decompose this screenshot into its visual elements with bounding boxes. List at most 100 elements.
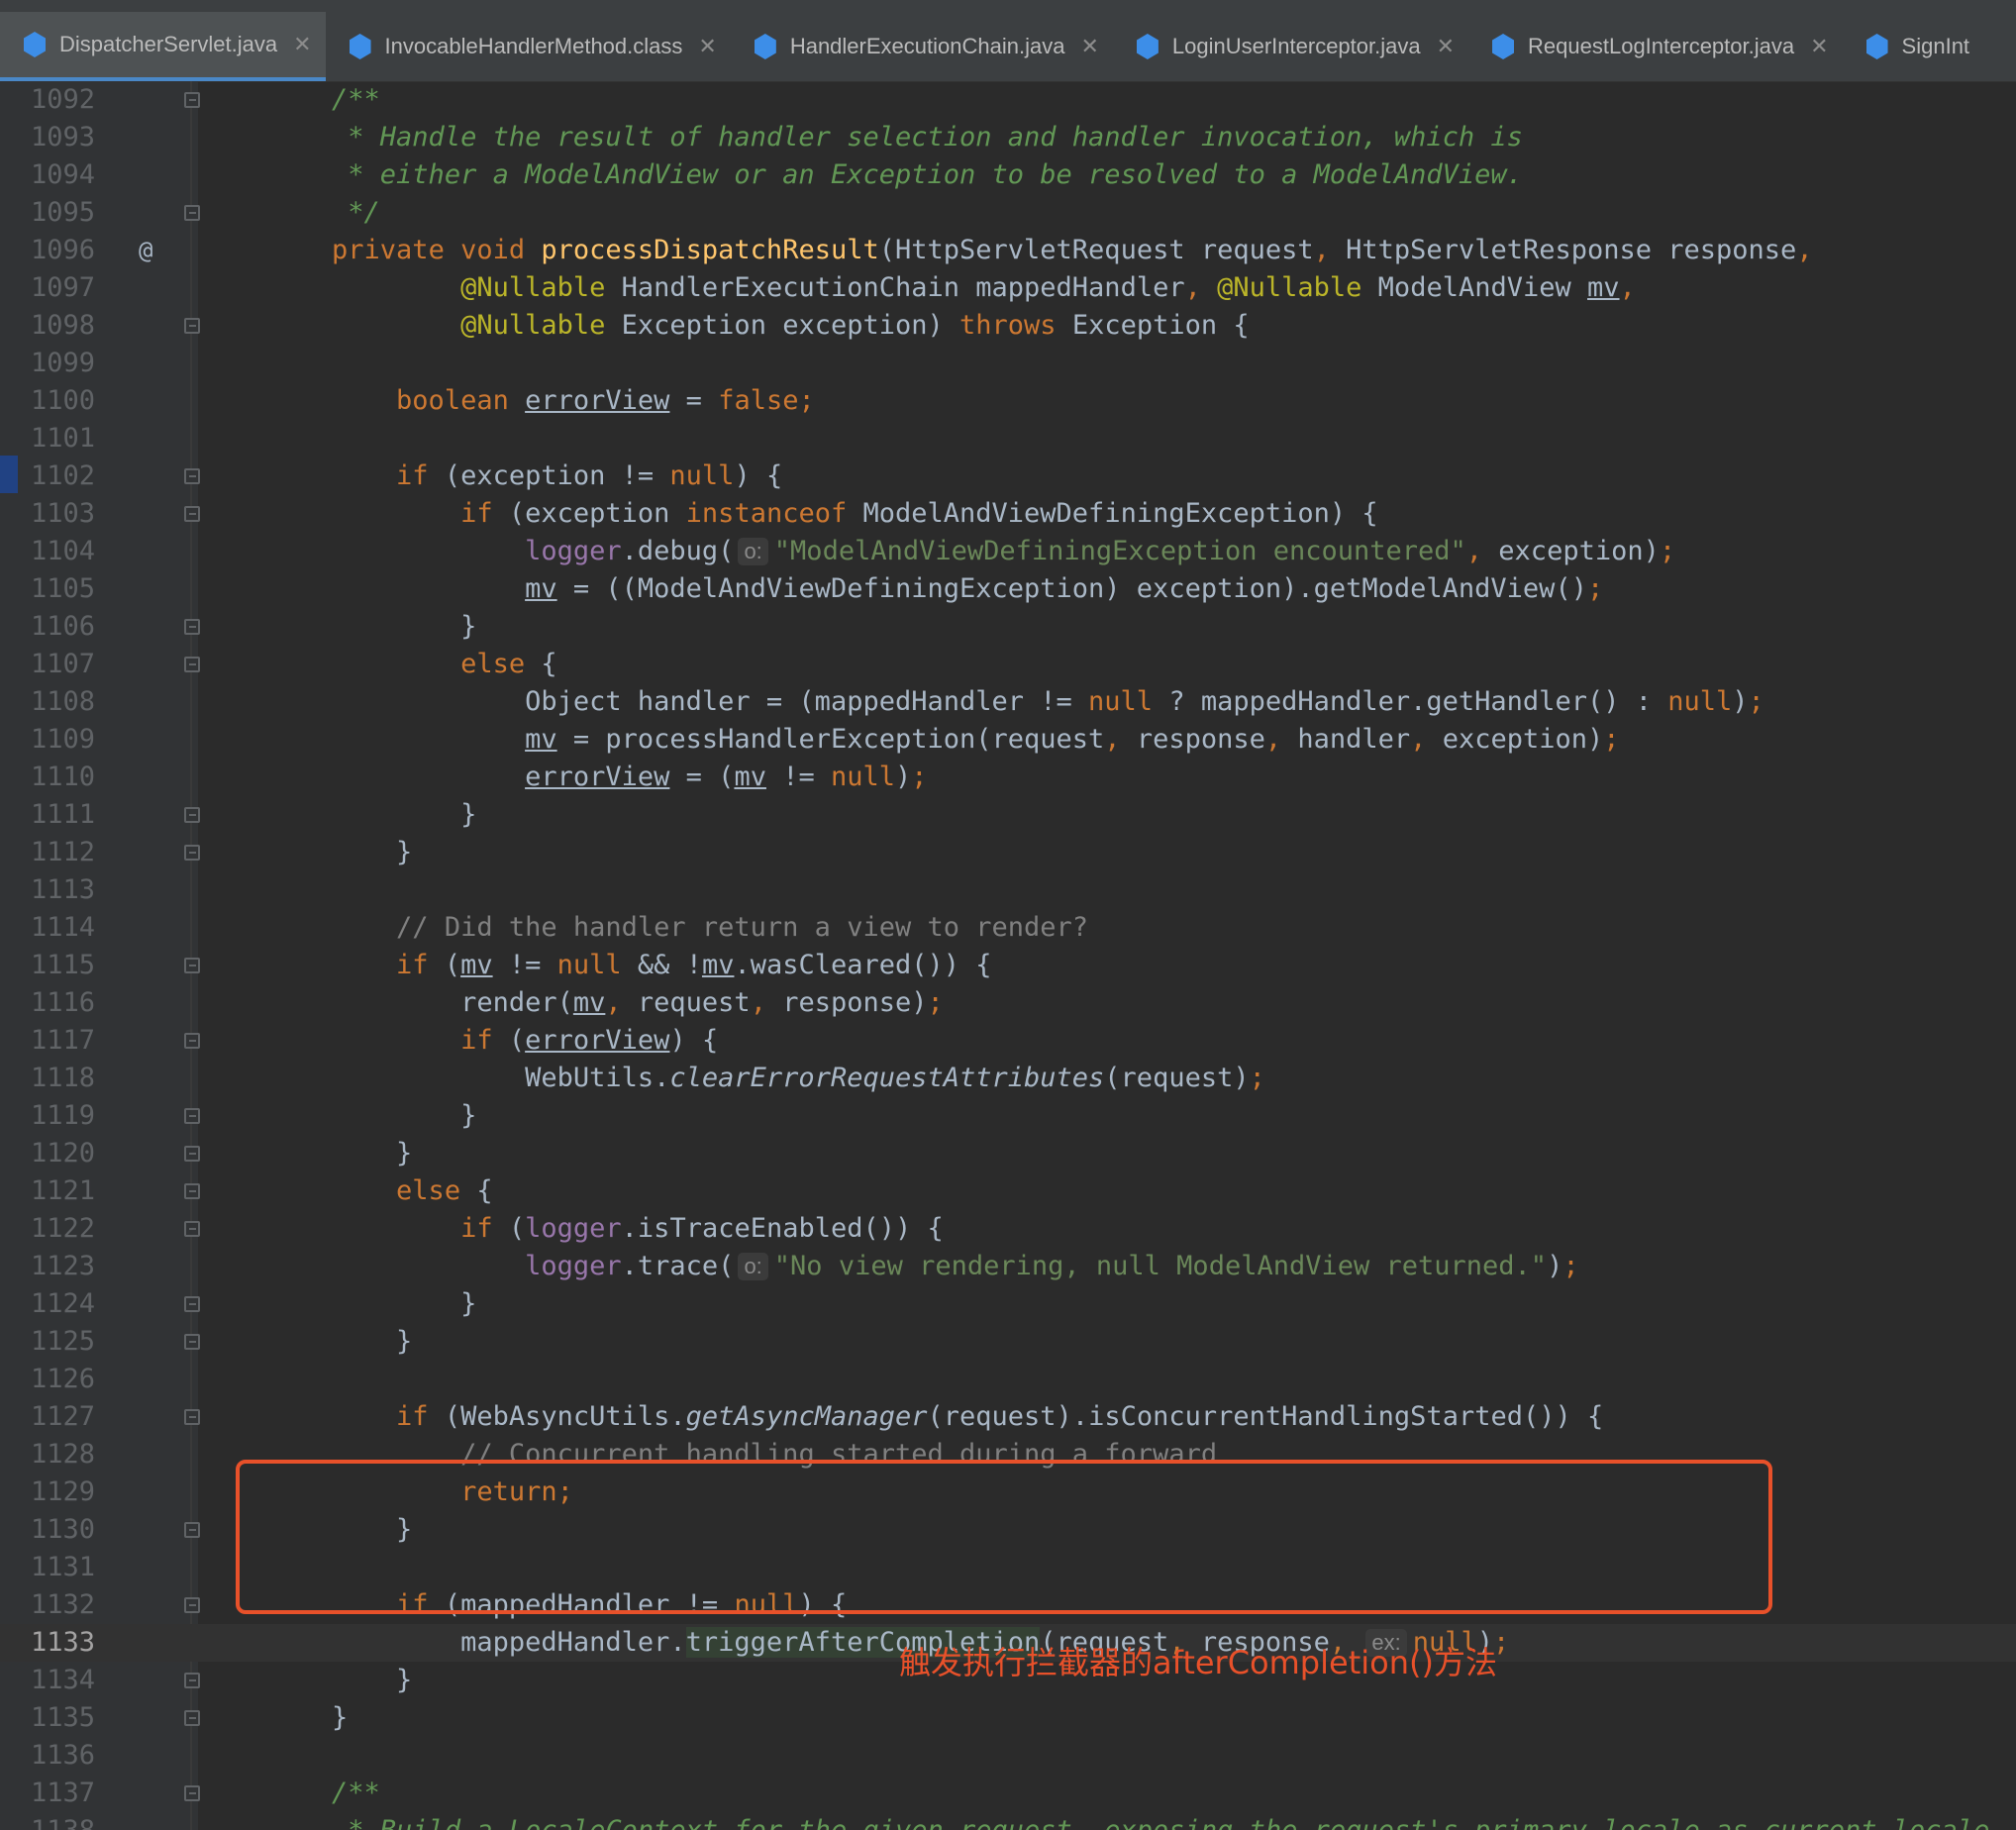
fold-toggle-icon[interactable] <box>184 1108 200 1124</box>
code-line[interactable]: 1116 render(mv, request, response); <box>0 984 2016 1022</box>
code-line[interactable]: 1107 else { <box>0 646 2016 683</box>
code-line[interactable]: 1123 logger.trace(o: "No view rendering, … <box>0 1248 2016 1285</box>
code-line[interactable]: 1099 <box>0 345 2016 382</box>
code-line[interactable]: 1120 } <box>0 1135 2016 1172</box>
code-line[interactable]: 1121 else { <box>0 1172 2016 1210</box>
override-marker-icon[interactable]: @ <box>139 232 152 269</box>
code-line[interactable]: 1135 } <box>0 1699 2016 1737</box>
line-number: 1116 <box>30 987 95 1018</box>
fold-toggle-icon[interactable] <box>184 1710 200 1726</box>
fold-toggle-icon[interactable] <box>184 807 200 823</box>
code-line[interactable]: 1125 } <box>0 1323 2016 1361</box>
code-text: */ <box>348 197 380 228</box>
line-number: 1125 <box>30 1326 95 1357</box>
fold-toggle-icon[interactable] <box>184 845 200 861</box>
close-tab-icon[interactable]: ✕ <box>293 32 311 57</box>
fold-toggle-icon[interactable] <box>184 92 200 108</box>
close-tab-icon[interactable]: ✕ <box>698 34 716 59</box>
tab-dispatcherservlet-java[interactable]: DispatcherServlet.java ✕ <box>0 12 326 81</box>
code-line[interactable]: 1102 if (exception != null) { <box>0 458 2016 495</box>
code-line[interactable]: 1103 if (exception instanceof ModelAndVi… <box>0 495 2016 533</box>
tab-signint[interactable]: SignInt <box>1843 12 1984 81</box>
line-number: 1114 <box>30 912 95 943</box>
tab-label: RequestLogInterceptor.java <box>1528 34 1795 58</box>
code-line[interactable]: 1117 if (errorView) { <box>0 1022 2016 1060</box>
fold-toggle-icon[interactable] <box>184 1409 200 1425</box>
code-line[interactable]: 1093 * Handle the result of handler sele… <box>0 119 2016 156</box>
line-number: 1099 <box>30 348 95 378</box>
code-text: else { <box>396 1175 493 1206</box>
fold-toggle-icon[interactable] <box>184 318 200 334</box>
tab-requestloginterceptor-java[interactable]: RequestLogInterceptor.java ✕ <box>1468 12 1843 81</box>
code-line[interactable]: 1098 @Nullable Exception exception) thro… <box>0 307 2016 345</box>
code-line[interactable]: 1094 * either a ModelAndView or an Excep… <box>0 156 2016 194</box>
fold-toggle-icon[interactable] <box>184 657 200 672</box>
line-number: 1129 <box>30 1476 95 1507</box>
code-line[interactable]: 1109 mv = processHandlerException(reques… <box>0 721 2016 759</box>
line-number: 1105 <box>30 573 95 604</box>
code-text: } <box>267 1138 413 1169</box>
code-text: else { <box>460 649 557 679</box>
code-line[interactable]: 1104 logger.debug(o: "ModelAndViewDefinin… <box>0 533 2016 570</box>
code-line[interactable]: 1136 <box>0 1737 2016 1775</box>
code-line[interactable]: 1100 boolean errorView = false; <box>0 382 2016 420</box>
tab-label: InvocableHandlerMethod.class <box>384 34 683 58</box>
fold-toggle-icon[interactable] <box>184 1673 200 1688</box>
code-line[interactable]: 1126 <box>0 1361 2016 1398</box>
java-class-icon <box>1492 34 1515 59</box>
close-tab-icon[interactable]: ✕ <box>1437 34 1455 59</box>
fold-toggle-icon[interactable] <box>184 958 200 973</box>
code-line[interactable]: 1095 */ <box>0 194 2016 232</box>
code-text: if (exception != null) { <box>396 460 783 491</box>
close-tab-icon[interactable]: ✕ <box>1810 34 1828 59</box>
fold-toggle-icon[interactable] <box>184 1334 200 1350</box>
code-text: mv = processHandlerException(request, re… <box>525 724 1620 755</box>
java-class-icon <box>754 34 776 59</box>
code-line[interactable]: 1097 @Nullable HandlerExecutionChain map… <box>0 269 2016 307</box>
code-line[interactable]: 1138 * Build a LocaleContext for the giv… <box>0 1812 2016 1830</box>
code-text: // Did the handler return a view to rend… <box>396 912 1089 943</box>
code-line[interactable]: 1092 /** <box>0 81 2016 119</box>
fold-toggle-icon[interactable] <box>184 1522 200 1538</box>
code-text: /** <box>332 1778 380 1808</box>
code-line[interactable]: 1127 if (WebAsyncUtils.getAsyncManager(r… <box>0 1398 2016 1436</box>
fold-toggle-icon[interactable] <box>184 1033 200 1049</box>
fold-toggle-icon[interactable] <box>184 205 200 221</box>
fold-toggle-icon[interactable] <box>184 619 200 635</box>
close-tab-icon[interactable]: ✕ <box>1080 34 1098 59</box>
line-number: 1124 <box>30 1288 95 1319</box>
line-number: 1113 <box>30 874 95 905</box>
fold-toggle-icon[interactable] <box>184 468 200 484</box>
tab-loginuserinterceptor-java[interactable]: LoginUserInterceptor.java ✕ <box>1113 12 1468 81</box>
code-line[interactable]: 1111 } <box>0 796 2016 834</box>
fold-toggle-icon[interactable] <box>184 1183 200 1199</box>
code-line[interactable]: 1115 if (mv != null && !mv.wasCleared())… <box>0 947 2016 984</box>
line-number: 1097 <box>30 272 95 303</box>
code-text: render(mv, request, response); <box>267 987 944 1018</box>
fold-toggle-icon[interactable] <box>184 1597 200 1613</box>
fold-toggle-icon[interactable] <box>184 1785 200 1801</box>
line-number: 1093 <box>30 122 95 152</box>
tab-handlerexecutionchain-java[interactable]: HandlerExecutionChain.java ✕ <box>731 12 1113 81</box>
fold-toggle-icon[interactable] <box>184 1146 200 1162</box>
code-line[interactable]: 1108 Object handler = (mappedHandler != … <box>0 683 2016 721</box>
code-line[interactable]: 1137 /** <box>0 1775 2016 1812</box>
code-line[interactable]: 1106 } <box>0 608 2016 646</box>
fold-toggle-icon[interactable] <box>184 1296 200 1312</box>
fold-toggle-icon[interactable] <box>184 506 200 522</box>
code-line[interactable]: 1113 <box>0 871 2016 909</box>
tab-invocablehandlermethod-class[interactable]: InvocableHandlerMethod.class ✕ <box>326 12 731 81</box>
code-line[interactable]: 1119 } <box>0 1097 2016 1135</box>
code-line[interactable]: 1124 } <box>0 1285 2016 1323</box>
code-line[interactable]: 1110 errorView = (mv != null); <box>0 759 2016 796</box>
line-number: 1137 <box>30 1778 95 1808</box>
line-number: 1108 <box>30 686 95 717</box>
code-line[interactable]: 1114 // Did the handler return a view to… <box>0 909 2016 947</box>
code-line[interactable]: 1112 } <box>0 834 2016 871</box>
code-line[interactable]: 1105 mv = ((ModelAndViewDefiningExceptio… <box>0 570 2016 608</box>
code-line[interactable]: 1122 if (logger.isTraceEnabled()) { <box>0 1210 2016 1248</box>
code-line[interactable]: 1096 @ private void processDispatchResult… <box>0 232 2016 269</box>
code-line[interactable]: 1101 <box>0 420 2016 458</box>
code-line[interactable]: 1118 WebUtils.clearErrorRequestAttribute… <box>0 1060 2016 1097</box>
fold-toggle-icon[interactable] <box>184 1221 200 1237</box>
